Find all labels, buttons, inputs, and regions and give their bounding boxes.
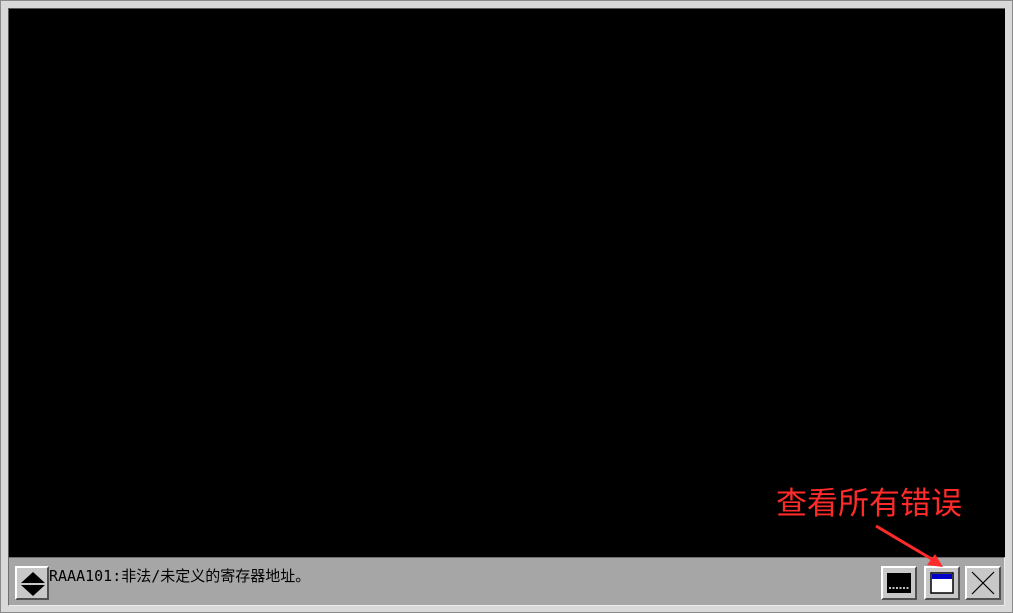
annotation-view-all-errors-label: 查看所有错误 [776,486,962,522]
close-x-icon [971,571,995,595]
alarm-window-list-icon [930,572,954,594]
alarm-close-button[interactable] [965,566,1001,600]
alarm-window-minimize-icon [887,573,911,593]
alarm-bar: RAAA101:非法/未定义的寄存器地址。 [8,557,1005,606]
up-down-arrow-icon [21,572,45,596]
view-all-errors-button[interactable] [924,566,960,600]
alarm-hide-button[interactable] [881,566,917,600]
hmi-window-frame: RAAA101:非法/未定义的寄存器地址。 查看所有错误 [0,0,1013,613]
alarm-message: RAAA101:非法/未定义的寄存器地址。 [49,567,311,585]
screen-display-area [8,8,1005,557]
alarm-scroll-button[interactable] [15,566,49,600]
